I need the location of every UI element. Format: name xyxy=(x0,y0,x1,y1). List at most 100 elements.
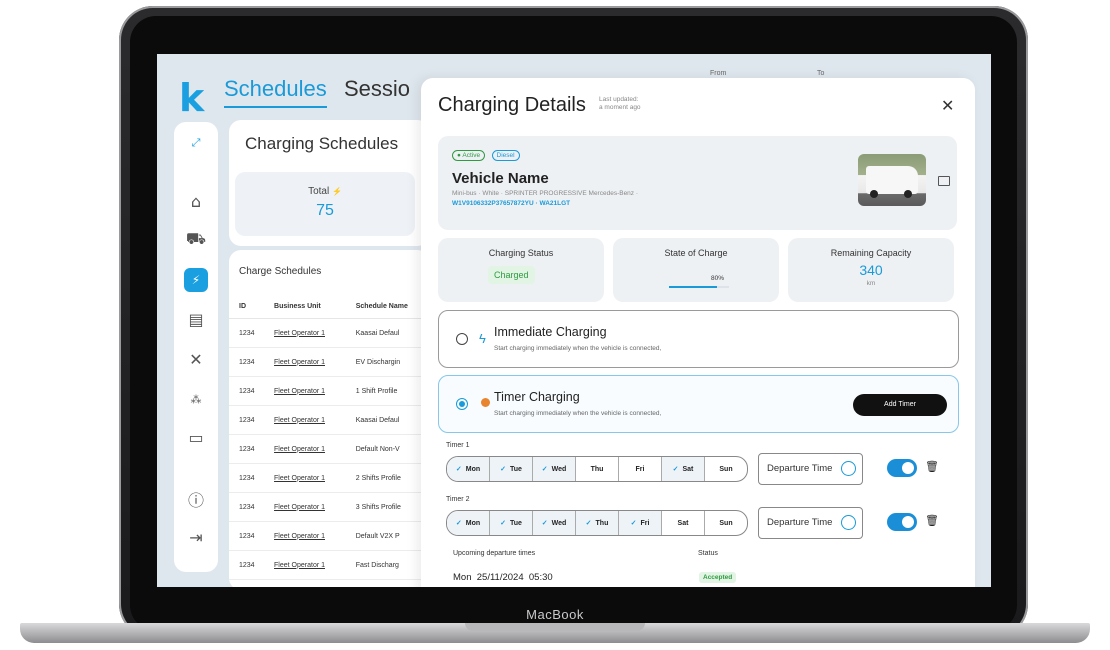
table-row[interactable]: 1234Fleet Operator 1Long Weekend xyxy=(229,579,429,587)
table-cell[interactable]: Fleet Operator 1 xyxy=(264,492,346,522)
table-cell[interactable]: Fleet Operator 1 xyxy=(264,347,346,377)
timer-charging-option[interactable]: Timer Charging Start charging immediatel… xyxy=(438,375,959,433)
immediate-charging-option[interactable]: ϟ Immediate Charging Start charging imme… xyxy=(438,310,959,368)
immediate-radio[interactable] xyxy=(456,333,468,345)
departure-time: Mon 25/11/2024 05:30 xyxy=(453,572,553,583)
remaining-value: 340 xyxy=(859,262,883,278)
battery-icon[interactable]: ▭ xyxy=(185,426,207,448)
timer-radio[interactable] xyxy=(456,398,468,410)
table-cell[interactable]: Fleet Operator 1 xyxy=(264,521,346,551)
summary-title: Charging Schedules xyxy=(245,134,399,153)
column-header[interactable]: Schedule Name xyxy=(345,294,429,319)
to-field-label[interactable]: To xyxy=(817,70,824,77)
day-toggle-wed[interactable]: Wed xyxy=(533,511,576,535)
schedules-table-card: Charge Schedules ID Business Unit Schedule… xyxy=(229,250,429,587)
table-row[interactable]: 1234 Fleet Operator 1 Kaasai Defaul xyxy=(229,318,429,348)
trash-icon[interactable]: 🗑 xyxy=(925,460,939,473)
soc-bar xyxy=(669,286,729,288)
close-icon[interactable]: ✕ xyxy=(941,96,954,116)
day-toggle-mon[interactable]: Mon xyxy=(447,511,490,535)
tab-schedules[interactable]: Schedules xyxy=(224,76,327,108)
vehicles-icon[interactable]: ⛟ xyxy=(185,228,207,250)
vehicle-description: Mini-bus · White · SPRINTER PROGRESSIVE … xyxy=(452,190,639,197)
vehicle-card: ● Active Diesel Vehicle Name Mini-bus · … xyxy=(438,136,957,230)
schedules-icon[interactable]: ⚡ xyxy=(184,268,208,292)
add-timer-button[interactable]: Add Timer xyxy=(853,394,947,416)
day-toggle-thu[interactable]: Thu xyxy=(576,457,619,481)
vehicle-photo xyxy=(858,154,926,206)
table-row[interactable]: 1234 Fleet Operator 1 Default Non-V xyxy=(229,434,429,464)
laptop-screen: k Schedules Sessio From To ⤢ ⌂ ⛟ ⚡ ▤ ✕ ⁂… xyxy=(157,54,991,587)
status-badge: ● Active xyxy=(452,150,486,161)
timer-2-departure-field[interactable]: Departure Time xyxy=(758,507,863,539)
day-toggle-mon[interactable]: Mon xyxy=(447,457,490,481)
day-toggle-fri[interactable]: Fri xyxy=(619,511,662,535)
timer-1-toggle[interactable] xyxy=(887,459,917,477)
last-updated-label: Last updated: xyxy=(599,96,639,103)
table-row[interactable]: 1234 Fleet Operator 11 Shift Profile xyxy=(229,376,429,406)
info-icon[interactable]: ⓘ xyxy=(185,488,207,510)
column-header[interactable]: Business Unit xyxy=(264,294,346,319)
app-logo: k xyxy=(179,76,205,120)
clock-icon xyxy=(841,461,856,476)
table-cell: Kaasai Defaul xyxy=(345,405,429,435)
table-cell[interactable]: Fleet Operator 1 xyxy=(264,463,346,493)
expand-image-icon[interactable] xyxy=(938,176,950,186)
timer-1-label: Timer 1 xyxy=(446,442,470,449)
timer-2-days: MonTueWedThuFriSatSun xyxy=(446,510,748,536)
table-row[interactable]: 1234 Fleet Operator 1 Fast Discharg xyxy=(229,550,429,580)
departure-placeholder: Departure Time xyxy=(767,517,833,528)
day-toggle-sat[interactable]: Sat xyxy=(662,511,705,535)
table-cell[interactable]: Fleet Operator 1 xyxy=(264,434,346,464)
timer-title: Timer Charging xyxy=(494,390,580,404)
trash-icon[interactable]: 🗑 xyxy=(925,514,939,527)
timer-1-departure-field[interactable]: Departure Time xyxy=(758,453,863,485)
from-field-label[interactable]: From xyxy=(710,70,726,77)
remaining-label: Remaining Capacity xyxy=(830,248,912,258)
table-cell: Long Weekend xyxy=(345,579,429,587)
tools-icon[interactable]: ✕ xyxy=(185,348,207,370)
immediate-subtitle: Start charging immediately when the vehi… xyxy=(494,345,662,352)
expand-icon[interactable]: ⤢ xyxy=(185,132,207,154)
upcoming-header: Upcoming departure times xyxy=(453,550,536,557)
table-cell[interactable]: Fleet Operator 1 xyxy=(264,550,346,580)
users-icon[interactable]: ⁂ xyxy=(185,388,207,410)
table-cell[interactable]: Fleet Operator 1 xyxy=(264,579,346,587)
table-cell[interactable]: Fleet Operator 1 xyxy=(264,318,346,348)
schedules-title: Charge Schedules xyxy=(239,266,322,277)
table-cell: Fast Discharg xyxy=(345,550,429,580)
day-toggle-fri[interactable]: Fri xyxy=(619,457,662,481)
laptop-notch xyxy=(465,623,645,631)
reports-icon[interactable]: ▤ xyxy=(185,308,207,330)
day-toggle-sun[interactable]: Sun xyxy=(705,511,747,535)
day-toggle-thu[interactable]: Thu xyxy=(576,511,619,535)
stopwatch-icon xyxy=(481,398,490,407)
timer-2-toggle[interactable] xyxy=(887,513,917,531)
logout-icon[interactable]: ⇥ xyxy=(185,526,207,548)
charging-status-value: Charged xyxy=(488,266,535,284)
charging-details-panel: Charging Details Last updated: a moment … xyxy=(421,78,975,587)
day-toggle-tue[interactable]: Tue xyxy=(490,511,533,535)
table-cell: Kaasai Defaul xyxy=(345,318,429,348)
day-toggle-tue[interactable]: Tue xyxy=(490,457,533,481)
state-of-charge-card: State of Charge 80% xyxy=(613,238,779,302)
immediate-title: Immediate Charging xyxy=(494,325,607,339)
tab-sessions[interactable]: Sessio xyxy=(344,76,410,102)
table-cell: 1234 xyxy=(229,463,265,493)
schedule-icon: ⚡ xyxy=(331,187,342,196)
table-row[interactable]: 1234 Fleet Operator 1 Default V2X P xyxy=(229,521,429,551)
table-cell[interactable]: Fleet Operator 1 xyxy=(264,405,346,435)
day-toggle-wed[interactable]: Wed xyxy=(533,457,576,481)
table-row[interactable]: 1234 Fleet Operator 1 EV Dischargin xyxy=(229,347,429,377)
table-row[interactable]: 1234 Fleet Operator 13 Shifts Profile xyxy=(229,492,429,522)
table-cell[interactable]: Fleet Operator 1 xyxy=(264,376,346,406)
home-icon[interactable]: ⌂ xyxy=(185,190,207,212)
day-toggle-sun[interactable]: Sun xyxy=(705,457,747,481)
table-row[interactable]: 1234 Fleet Operator 12 Shifts Profile xyxy=(229,463,429,493)
table-cell: 1234 xyxy=(229,318,265,348)
total-value: 75 xyxy=(316,202,334,219)
day-toggle-sat[interactable]: Sat xyxy=(662,457,705,481)
table-cell: Default V2X P xyxy=(345,521,429,551)
column-header[interactable]: ID xyxy=(229,294,265,319)
table-row[interactable]: 1234 Fleet Operator 1 Kaasai Defaul xyxy=(229,405,429,435)
